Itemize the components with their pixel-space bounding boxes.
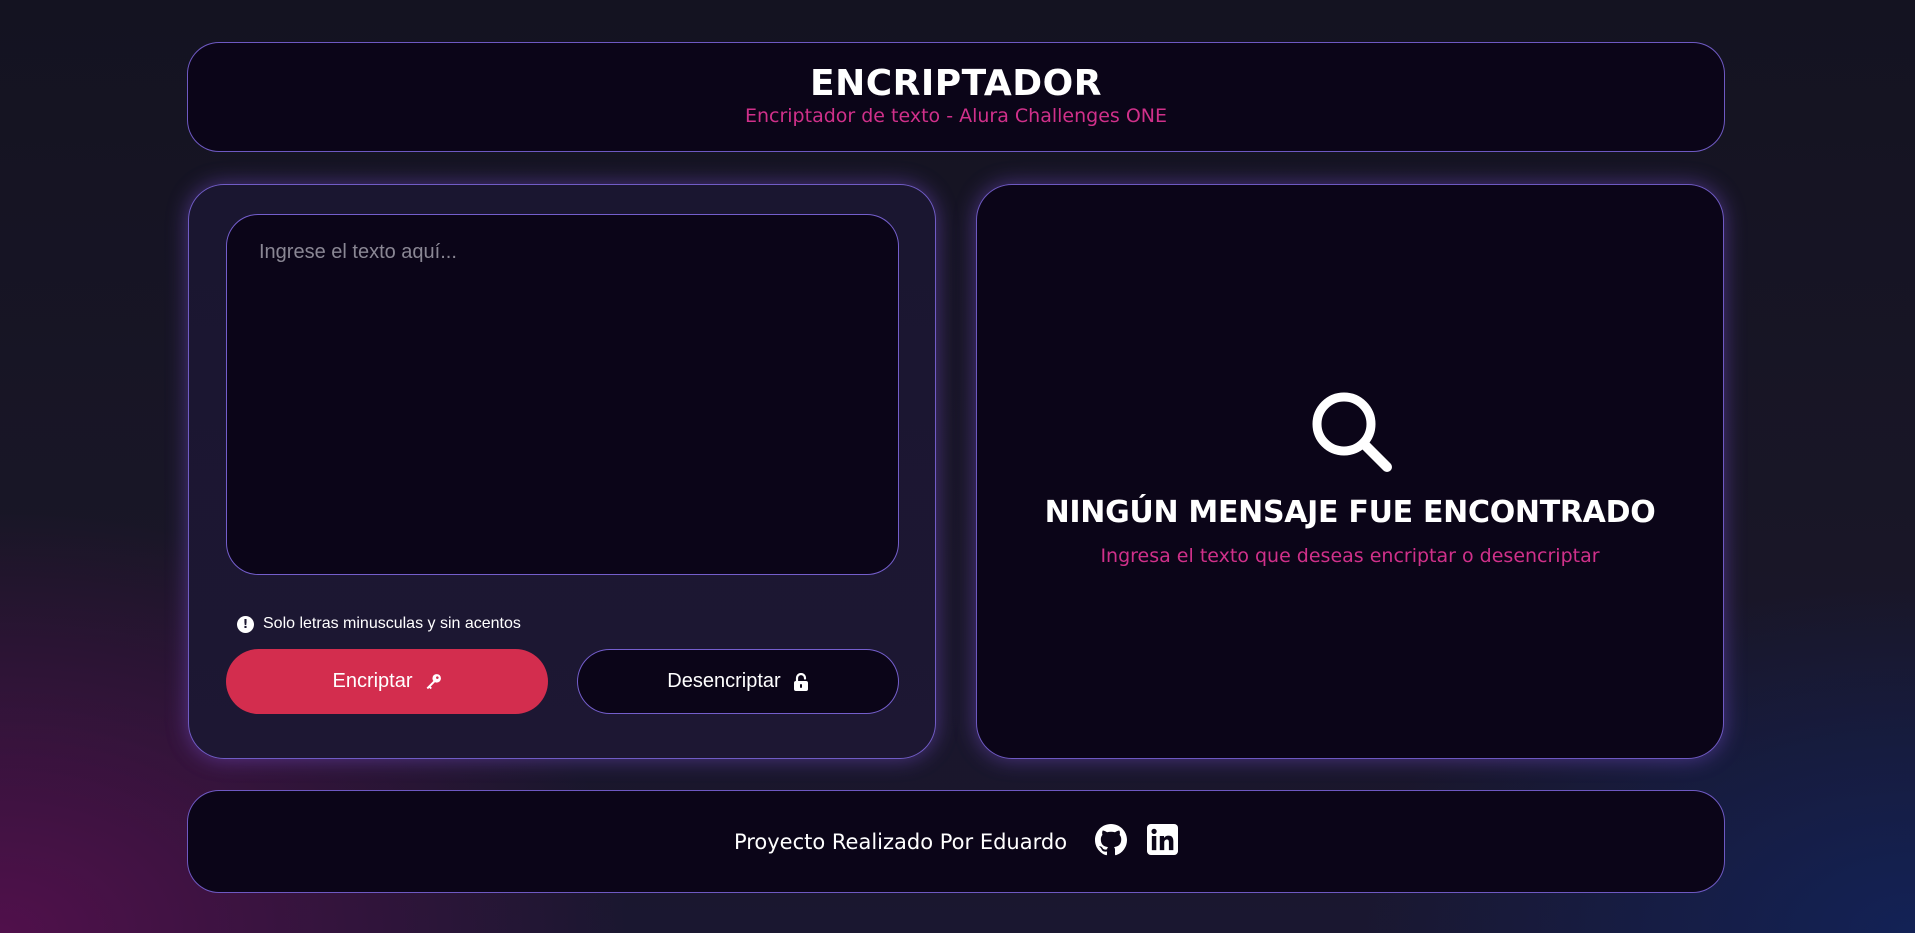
empty-state-subtitle: Ingresa el texto que deseas encriptar o … [1100,545,1600,567]
unlock-icon [793,672,808,691]
page-footer: Proyecto Realizado Por Eduardo [187,790,1725,893]
key-icon [426,674,441,690]
decrypt-button-label: Desencriptar [667,670,781,692]
encrypt-button[interactable]: Encriptar [226,649,548,714]
footer-credit: Proyecto Realizado Por Eduardo [733,829,1068,854]
input-hint-text: Solo letras minusculas y sin acentos [263,615,521,632]
output-panel: NINGÚN MENSAJE FUE ENCONTRADO Ingresa el… [976,184,1724,759]
page-title: ENCRIPTADOR [810,63,1102,104]
decrypt-button[interactable]: Desencriptar [577,649,899,714]
input-hint: ! Solo letras minusculas y sin acentos [237,615,521,633]
exclamation-circle-icon: ! [237,615,254,633]
empty-state-title: NINGÚN MENSAJE FUE ENCONTRADO [1044,495,1656,530]
text-input-placeholder: Ingrese el texto aquí... [259,241,457,263]
encrypt-button-label: Encriptar [332,670,413,692]
github-link[interactable] [1095,823,1128,860]
page-header: ENCRIPTADOR Encriptador de texto - Alura… [187,42,1725,152]
github-icon [1095,823,1128,855]
linkedin-link[interactable] [1147,824,1179,859]
page-subtitle: Encriptador de texto - Alura Challenges … [744,105,1168,127]
linkedin-icon [1147,824,1179,855]
text-input[interactable]: Ingrese el texto aquí... [226,214,899,575]
input-panel: Ingrese el texto aquí... ! Solo letras m… [188,184,936,759]
search-icon [1312,392,1392,472]
